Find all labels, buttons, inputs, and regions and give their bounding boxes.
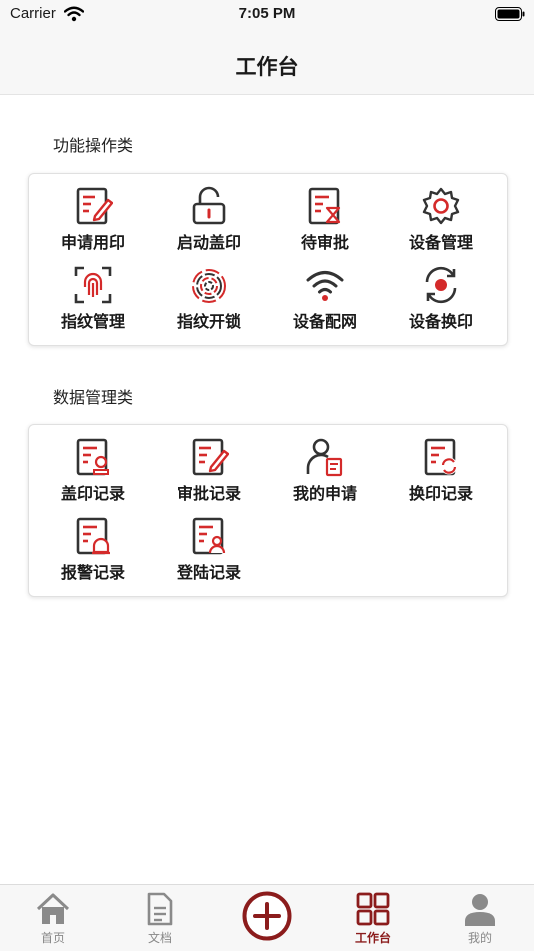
- tab-home[interactable]: 首页: [0, 885, 106, 951]
- document-icon: [147, 892, 173, 926]
- add-circle-icon[interactable]: [242, 891, 292, 941]
- my-application-label: 我的申请: [292, 484, 357, 503]
- home-icon: [36, 893, 70, 924]
- alarm-record-label: 报警记录: [60, 563, 125, 582]
- tab-profile-label: 我的: [467, 931, 492, 945]
- seal-record-icon: [76, 438, 109, 476]
- tab-documents[interactable]: 文档: [107, 885, 213, 951]
- apply-seal-item[interactable]: 申请用印: [35, 186, 151, 253]
- alarm-record-icon: [76, 517, 110, 555]
- pending-approval-item[interactable]: 待审批: [267, 186, 383, 253]
- page-title: 工作台: [235, 55, 299, 79]
- fingerprint-unlock-item[interactable]: 指纹开锁: [151, 265, 267, 332]
- device-network-label: 设备配网: [292, 312, 357, 331]
- change-seal-record-label: 换印记录: [408, 484, 473, 503]
- fingerprint-scan-icon: [74, 266, 112, 304]
- login-record-label: 登陆记录: [176, 563, 241, 582]
- my-application-item[interactable]: 我的申请: [267, 437, 383, 504]
- grid-icon: [356, 892, 390, 926]
- fingerprint-management-label: 指纹管理: [60, 312, 125, 331]
- approval-record-icon: [192, 438, 229, 476]
- login-record-item[interactable]: 登陆记录: [151, 516, 267, 583]
- login-record-icon: [192, 517, 226, 555]
- start-seal-item[interactable]: 启动盖印: [151, 186, 267, 253]
- pending-approval-label: 待审批: [300, 233, 349, 252]
- apply-seal-label: 申请用印: [60, 233, 125, 252]
- fingerprint-icon: [192, 269, 226, 303]
- operations-card: 申请用印 启动盖印 待审批 设备管理 指纹管理 指纹开锁 设备配网 设备换印: [28, 173, 508, 346]
- data-management-card: 盖印记录 审批记录 我的申请 换印记录 报警记录 登陆记录: [28, 424, 508, 597]
- my-application-icon: [306, 438, 343, 477]
- clock: 7:05 PM: [238, 5, 296, 22]
- navigation-bar: 工作台: [0, 30, 534, 95]
- device-change-seal-item[interactable]: 设备换印: [383, 265, 499, 332]
- section-title-data: 数据管理类: [53, 388, 134, 407]
- change-seal-record-icon: [424, 438, 458, 476]
- tab-documents-label: 文档: [147, 931, 172, 945]
- alarm-record-item[interactable]: 报警记录: [35, 516, 151, 583]
- pending-approval-icon: [308, 187, 341, 225]
- wifi-icon: [306, 271, 344, 301]
- device-change-seal-label: 设备换印: [408, 312, 473, 331]
- gear-icon: [422, 187, 460, 225]
- device-management-item[interactable]: 设备管理: [383, 186, 499, 253]
- change-seal-record-item[interactable]: 换印记录: [383, 437, 499, 504]
- tab-home-label: 首页: [40, 931, 65, 945]
- tab-profile[interactable]: 我的: [427, 885, 533, 951]
- start-seal-label: 启动盖印: [176, 233, 241, 252]
- tab-workbench-label: 工作台: [354, 931, 391, 945]
- device-management-label: 设备管理: [408, 233, 473, 252]
- approval-record-item[interactable]: 审批记录: [151, 437, 267, 504]
- battery-icon: [495, 7, 525, 21]
- seal-record-label: 盖印记录: [60, 484, 125, 503]
- unlock-icon: [192, 186, 226, 225]
- refresh-icon: [425, 266, 457, 304]
- status-bar: Carrier 7:05 PM: [0, 0, 534, 30]
- user-icon: [465, 894, 495, 926]
- approval-record-label: 审批记录: [176, 484, 241, 503]
- section-title-operations: 功能操作类: [53, 136, 134, 155]
- fingerprint-management-item[interactable]: 指纹管理: [35, 265, 151, 332]
- tab-workbench[interactable]: 工作台: [320, 885, 426, 951]
- apply-seal-icon: [76, 187, 113, 225]
- device-network-item[interactable]: 设备配网: [267, 265, 383, 332]
- seal-record-item[interactable]: 盖印记录: [35, 437, 151, 504]
- fingerprint-unlock-label: 指纹开锁: [176, 312, 241, 331]
